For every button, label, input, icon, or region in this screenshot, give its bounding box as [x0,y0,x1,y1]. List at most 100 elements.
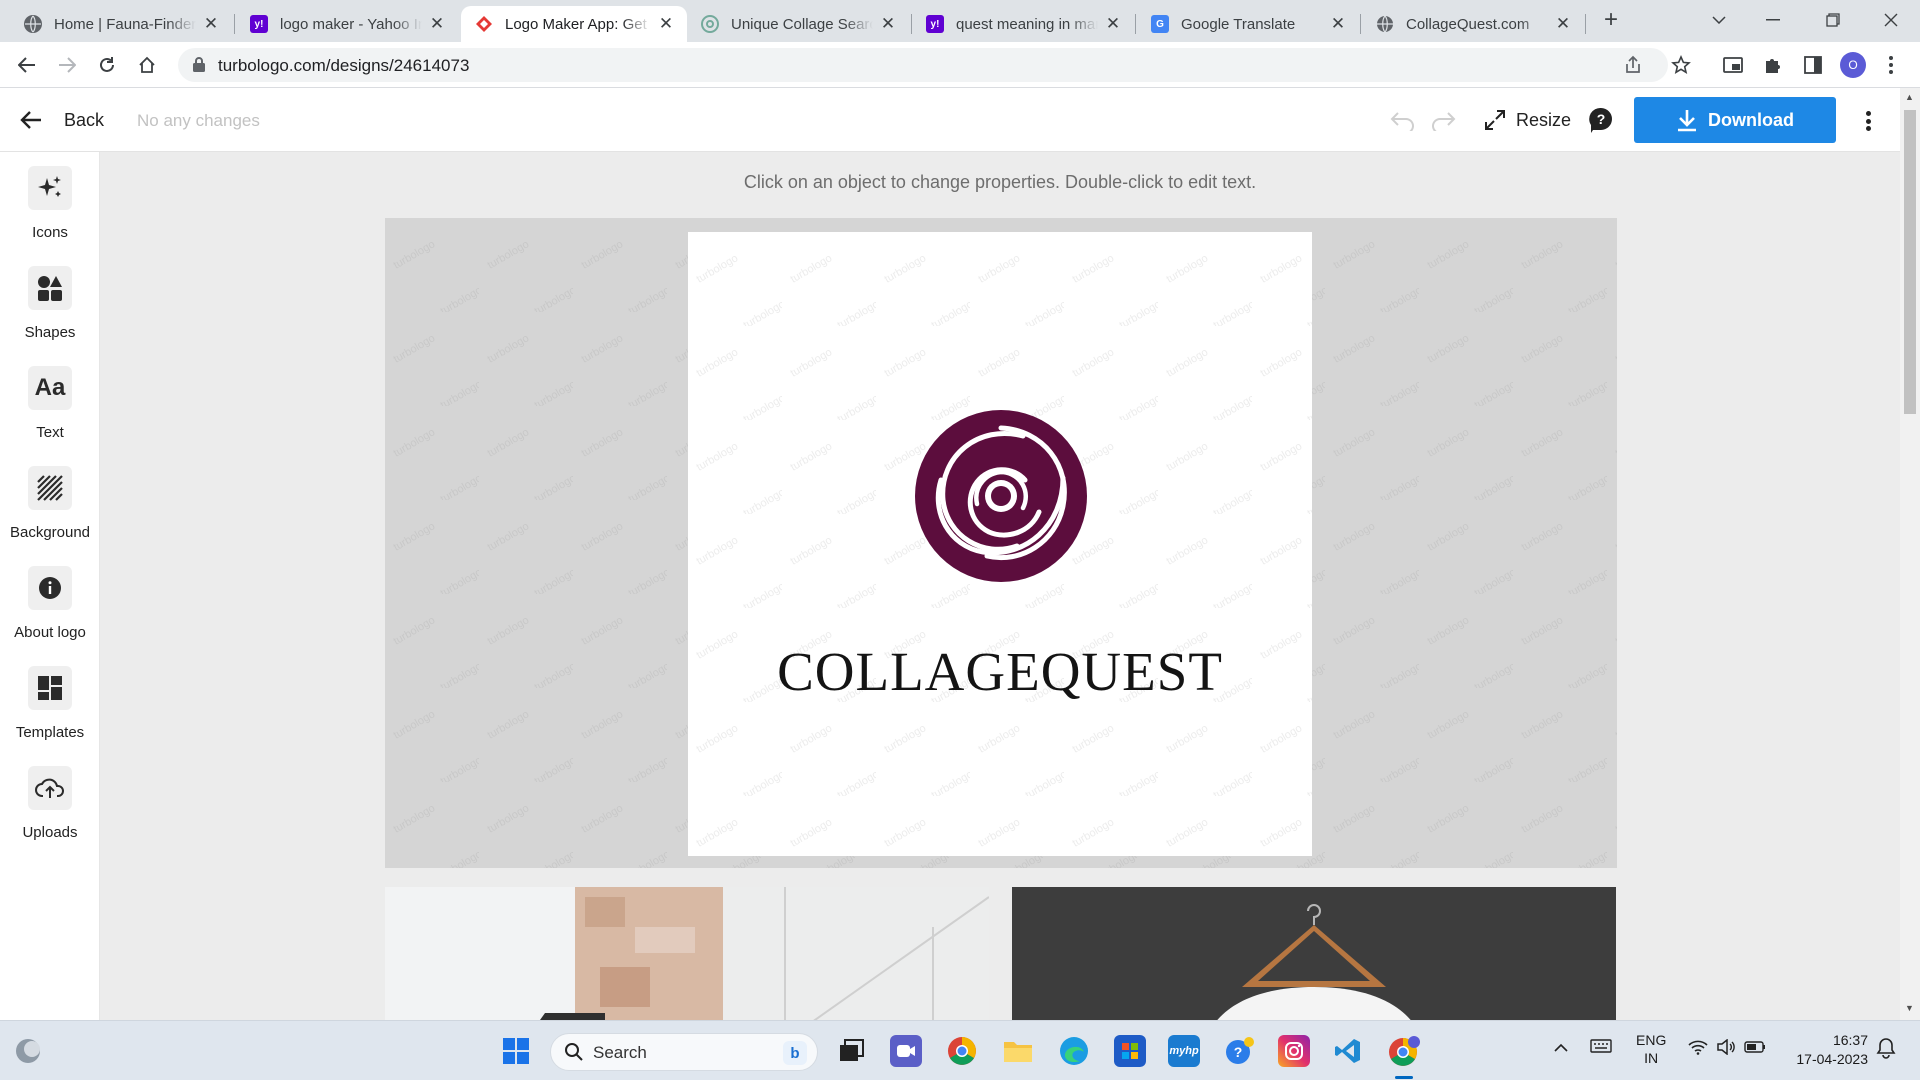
microsoft-store-icon[interactable] [1114,1035,1146,1067]
windows-start-icon[interactable] [500,1035,532,1067]
browser-back-button[interactable] [12,50,42,80]
tab-search-chevron-icon[interactable] [1696,0,1742,40]
close-window-button[interactable] [1868,0,1914,40]
close-tab-icon[interactable]: ✕ [1104,14,1122,34]
more-options-icon[interactable] [1858,108,1878,134]
picture-in-picture-icon[interactable] [1718,50,1748,80]
teams-chat-icon[interactable] [890,1035,922,1067]
tab-unique-collage[interactable]: Unique Collage Search Name ✕ [687,6,909,42]
extensions-puzzle-icon[interactable] [1758,50,1788,80]
restore-window-button[interactable] [1810,0,1856,40]
tab-quest-meaning[interactable]: y! quest meaning in marathi ✕ [912,6,1134,42]
instagram-icon[interactable] [1278,1035,1310,1067]
redo-button[interactable] [1428,106,1458,136]
tool-background[interactable]: Background [0,466,100,556]
close-tab-icon[interactable]: ✕ [1329,14,1347,34]
browser-forward-button[interactable] [52,50,82,80]
mockup-thumbnail-wall[interactable] [385,887,989,1020]
tab-collagequest[interactable]: CollageQuest.com ✕ [1362,6,1584,42]
scrollbar-thumb[interactable] [1904,110,1916,414]
globe-icon [1376,15,1394,33]
close-tab-icon[interactable]: ✕ [879,14,897,34]
download-button[interactable]: Download [1634,97,1836,143]
tool-about-logo[interactable]: About logo [0,566,100,656]
volume-icon[interactable] [1716,1038,1736,1058]
bing-icon[interactable]: b [783,1041,807,1065]
tab-google-translate[interactable]: G Google Translate ✕ [1137,6,1359,42]
vscode-icon[interactable] [1332,1035,1364,1067]
bookmark-star-icon[interactable] [1666,50,1696,80]
tab-title: Google Translate [1181,15,1296,33]
edge-icon[interactable] [1058,1035,1090,1067]
language-code: ENG [1636,1032,1667,1048]
yahoo-icon: y! [926,15,944,33]
tab-yahoo-logo-maker[interactable]: y! logo maker - Yahoo India Search Resul… [236,6,458,42]
task-view-icon[interactable] [836,1035,868,1067]
resize-button[interactable]: Resize [1484,104,1571,136]
tab-fauna-finder[interactable]: Home | Fauna-Finder.com ✕ [10,6,232,42]
home-button[interactable] [132,50,162,80]
spiral-logo-icon[interactable] [913,408,1089,584]
logo-artboard[interactable]: turbologo turbologo COLLAGEQUE [688,232,1312,856]
address-bar[interactable]: turbologo.com/designs/24614073 [178,48,1668,82]
chrome-icon[interactable] [946,1035,978,1067]
clock-date: 17-04-2023 [1796,1051,1868,1067]
notifications-icon[interactable] [1876,1037,1896,1062]
help-button[interactable]: ? [1589,107,1613,138]
lock-icon[interactable] [192,56,206,78]
tab-title: Logo Maker App: Get Logo Design Ideas [505,15,651,33]
redo-icon [1432,112,1456,131]
yahoo-icon: y! [250,15,268,33]
weather-widget-icon[interactable] [12,1035,44,1067]
tool-uploads[interactable]: Uploads [0,766,100,856]
show-hidden-icons-chevron-icon[interactable] [1554,1039,1568,1055]
tab-title: Home | Fauna-Finder.com [54,15,196,33]
svg-text:?: ? [1234,1044,1243,1060]
chrome-profile-icon[interactable] [1388,1035,1420,1067]
info-icon [28,566,72,610]
tool-text[interactable]: Aa Text [0,366,100,456]
chatgpt-icon [701,15,719,33]
share-icon[interactable] [1618,50,1648,80]
tab-logo-maker-app[interactable]: Logo Maker App: Get Logo Design Ideas ✕ [461,6,687,42]
battery-icon[interactable] [1744,1040,1766,1056]
clock[interactable]: 16:37 17-04-2023 [1784,1031,1868,1069]
arrow-left-icon [20,111,41,129]
upload-cloud-icon [28,766,72,810]
close-tab-icon[interactable]: ✕ [657,14,675,34]
myhp-icon[interactable]: myhp [1168,1035,1200,1067]
browser-menu-icon[interactable] [1876,50,1906,80]
keyboard-icon[interactable] [1590,1039,1612,1056]
background-stripes-icon [28,466,72,510]
taskbar-search-box[interactable]: Search b [550,1033,818,1071]
tool-templates[interactable]: Templates [0,666,100,756]
logo-brand-text[interactable]: COLLAGEQUEST [688,640,1312,703]
mockup-thumbnail-shirt[interactable] [1012,887,1616,1020]
close-tab-icon[interactable]: ✕ [428,14,446,34]
tool-shapes[interactable]: Shapes [0,266,100,356]
new-tab-button[interactable]: + [1588,0,1634,40]
side-panel-icon[interactable] [1798,50,1828,80]
scroll-up-arrow-icon[interactable]: ▲ [1905,92,1914,102]
undo-button[interactable] [1388,106,1418,136]
wifi-icon[interactable] [1688,1039,1708,1058]
minimize-window-button[interactable] [1750,0,1796,40]
tab-title: quest meaning in marathi [956,15,1098,33]
back-button[interactable]: Back [20,104,104,136]
resize-label: Resize [1516,109,1572,130]
close-tab-icon[interactable]: ✕ [1554,14,1572,34]
page-scrollbar[interactable]: ▲ ▼ [1900,88,1920,1020]
back-label: Back [64,109,105,130]
scroll-down-arrow-icon[interactable]: ▼ [1905,1003,1914,1013]
close-tab-icon[interactable]: ✕ [202,14,220,34]
tool-icons[interactable]: Icons [0,166,100,256]
file-explorer-icon[interactable] [1002,1035,1034,1067]
shapes-icon [28,266,72,310]
reload-button[interactable] [92,50,122,80]
language-indicator[interactable]: ENG IN [1636,1031,1666,1067]
get-help-icon[interactable]: ? [1224,1035,1256,1067]
tool-label: About logo [14,624,86,641]
download-icon [1678,110,1696,132]
profile-avatar[interactable]: O [1838,50,1868,80]
profile-initial: O [1840,52,1866,78]
